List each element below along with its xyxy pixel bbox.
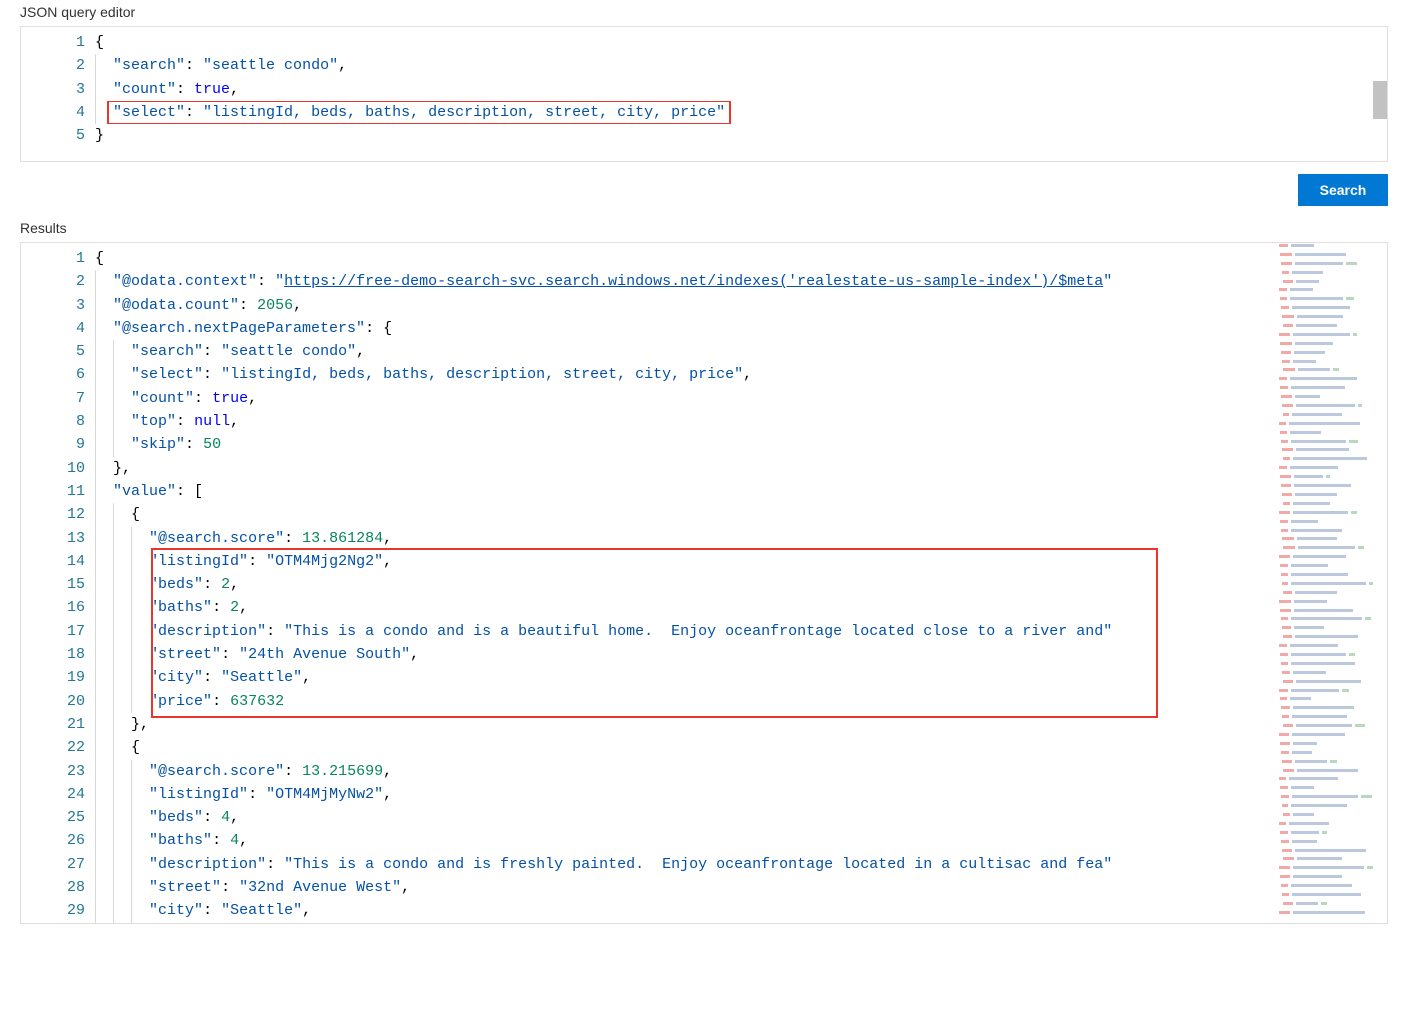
search-button[interactable]: Search bbox=[1298, 174, 1388, 206]
results-editor-minimap[interactable] bbox=[1277, 243, 1373, 923]
query-editor-scrollbar[interactable] bbox=[1373, 27, 1387, 161]
results-editor-gutter: 1234567891011121314151617181920212223242… bbox=[21, 243, 95, 923]
query-editor[interactable]: 12345 { "search": "seattle condo", "coun… bbox=[20, 26, 1388, 162]
results-editor-code: { "@odata.context": "https://free-demo-s… bbox=[95, 243, 1387, 923]
query-editor-label: JSON query editor bbox=[20, 4, 1388, 20]
query-editor-scroll-thumb[interactable] bbox=[1373, 81, 1387, 119]
query-editor-code[interactable]: { "search": "seattle condo", "count": tr… bbox=[95, 27, 1387, 161]
results-editor[interactable]: 1234567891011121314151617181920212223242… bbox=[20, 242, 1388, 924]
results-label: Results bbox=[20, 220, 1388, 236]
query-editor-gutter: 12345 bbox=[21, 27, 95, 161]
